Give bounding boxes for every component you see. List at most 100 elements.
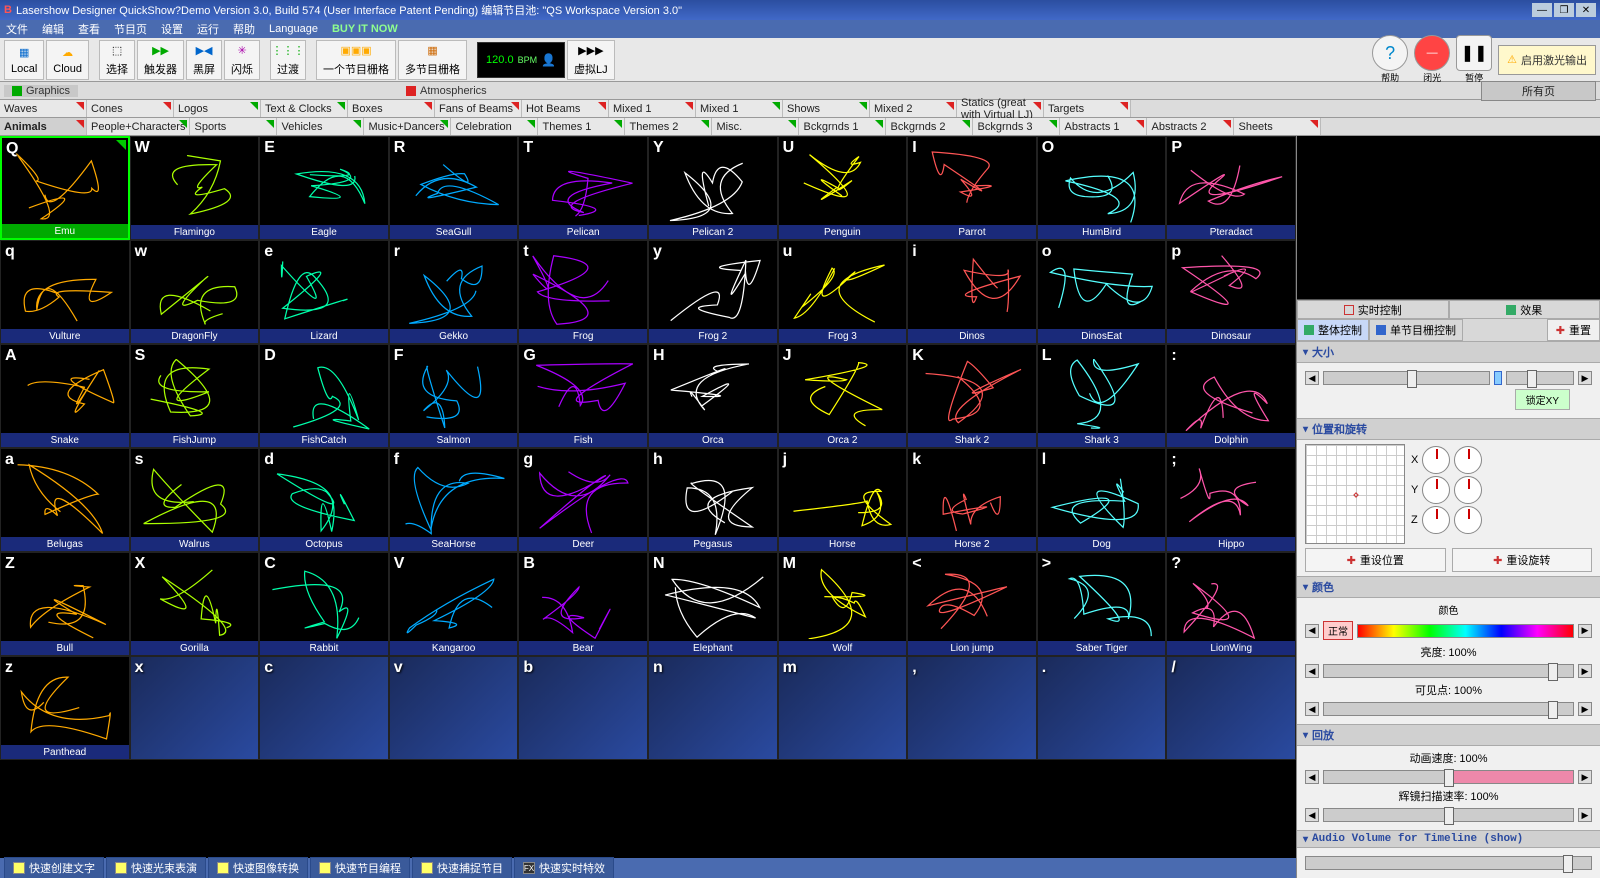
- maximize-button[interactable]: ❐: [1554, 3, 1574, 17]
- cue-cell[interactable]: dOctopus: [259, 448, 389, 552]
- cue-cell[interactable]: lDog: [1037, 448, 1167, 552]
- page-atmospherics[interactable]: Atmospherics: [398, 85, 495, 97]
- scan-prev[interactable]: ◀: [1305, 808, 1319, 822]
- category-tab[interactable]: Mixed 1: [609, 100, 696, 117]
- cue-cell[interactable]: b: [518, 656, 648, 760]
- dial-z1[interactable]: [1422, 506, 1450, 534]
- cue-cell[interactable]: ZBull: [0, 552, 130, 656]
- menu-edit[interactable]: 编辑: [42, 21, 64, 37]
- dial-x2[interactable]: [1454, 446, 1482, 474]
- quick-tool-tab[interactable]: 快速节目编程: [310, 857, 410, 878]
- reset-button[interactable]: ✚重置: [1547, 319, 1600, 341]
- size-prev[interactable]: ◀: [1305, 371, 1319, 385]
- cue-cell[interactable]: VKangaroo: [389, 552, 519, 656]
- virtual-lj-button[interactable]: ▶▶▶虚拟LJ: [567, 40, 615, 80]
- quick-tool-tab[interactable]: 快速创建文字: [4, 857, 104, 878]
- cue-cell[interactable]: BBear: [518, 552, 648, 656]
- size-slider-y[interactable]: [1506, 371, 1574, 385]
- scan-rate-slider[interactable]: [1323, 808, 1574, 822]
- cue-cell[interactable]: YPelican 2: [648, 136, 778, 240]
- subtab-cue[interactable]: 单节目栅控制: [1369, 319, 1463, 341]
- cue-cell[interactable]: ,: [907, 656, 1037, 760]
- cue-cell[interactable]: ASnake: [0, 344, 130, 448]
- category-tab[interactable]: Music+Dancers: [364, 118, 451, 135]
- vis-next[interactable]: ▶: [1578, 702, 1592, 716]
- category-tab[interactable]: Shows: [783, 100, 870, 117]
- category-tab[interactable]: Abstracts 2: [1147, 118, 1234, 135]
- dial-z2[interactable]: [1454, 506, 1482, 534]
- cue-cell[interactable]: EEagle: [259, 136, 389, 240]
- category-tab[interactable]: Cones: [87, 100, 174, 117]
- quick-tool-tab[interactable]: 快速图像转换: [208, 857, 308, 878]
- cue-cell[interactable]: /: [1166, 656, 1296, 760]
- cue-cell[interactable]: TPelican: [518, 136, 648, 240]
- cue-cell[interactable]: :Dolphin: [1166, 344, 1296, 448]
- bpm-display[interactable]: 120.0 BPM 👤: [477, 42, 565, 78]
- trigger-button[interactable]: ▶▶触发器: [137, 40, 184, 80]
- category-tab[interactable]: Vehicles: [277, 118, 364, 135]
- menu-language[interactable]: Language: [269, 23, 318, 35]
- tab-effects[interactable]: 效果: [1449, 300, 1600, 319]
- pause-button[interactable]: ❚❚: [1456, 35, 1492, 71]
- category-tab[interactable]: Celebration: [451, 118, 538, 135]
- reset-position-button[interactable]: ✚重设位置: [1305, 548, 1446, 572]
- filter-button[interactable]: ⋮⋮⋮过渡: [270, 40, 306, 80]
- menu-view[interactable]: 查看: [78, 21, 100, 37]
- anim-prev[interactable]: ◀: [1305, 770, 1319, 784]
- cue-cell[interactable]: m: [778, 656, 908, 760]
- visible-slider[interactable]: [1323, 702, 1574, 716]
- quick-tool-tab[interactable]: FX快速实时特效: [514, 857, 614, 878]
- category-tab[interactable]: Fans of Beams: [435, 100, 522, 117]
- cue-cell[interactable]: IParrot: [907, 136, 1037, 240]
- cue-cell[interactable]: >Saber Tiger: [1037, 552, 1167, 656]
- category-tab[interactable]: Sports: [190, 118, 277, 135]
- audio-slider[interactable]: [1305, 856, 1592, 870]
- menu-help[interactable]: 帮助: [233, 21, 255, 37]
- vis-prev[interactable]: ◀: [1305, 702, 1319, 716]
- cue-cell[interactable]: uFrog 3: [778, 240, 908, 344]
- category-tab[interactable]: Hot Beams: [522, 100, 609, 117]
- cue-cell[interactable]: RSeaGull: [389, 136, 519, 240]
- anim-speed-slider[interactable]: [1323, 770, 1574, 784]
- cue-cell[interactable]: n: [648, 656, 778, 760]
- color-prev[interactable]: ◀: [1305, 624, 1319, 638]
- cue-cell[interactable]: eLizard: [259, 240, 389, 344]
- cue-cell[interactable]: MWolf: [778, 552, 908, 656]
- menu-pages[interactable]: 节目页: [114, 21, 147, 37]
- cue-cell[interactable]: rGekko: [389, 240, 519, 344]
- category-tab[interactable]: Animals: [0, 118, 87, 135]
- cue-cell[interactable]: NElephant: [648, 552, 778, 656]
- cue-cell[interactable]: HOrca: [648, 344, 778, 448]
- cue-cell[interactable]: GFish: [518, 344, 648, 448]
- cue-cell[interactable]: UPenguin: [778, 136, 908, 240]
- page-graphics[interactable]: Graphics: [4, 85, 78, 97]
- help-button[interactable]: ?: [1372, 35, 1408, 71]
- cue-cell[interactable]: tFrog: [518, 240, 648, 344]
- tab-live-control[interactable]: 实时控制: [1297, 300, 1449, 319]
- category-tab[interactable]: Themes 1: [538, 118, 625, 135]
- cue-cell[interactable]: hPegasus: [648, 448, 778, 552]
- section-size-header[interactable]: ▾ 大小: [1297, 341, 1600, 363]
- cue-cell[interactable]: pDinosaur: [1166, 240, 1296, 344]
- section-playback-header[interactable]: ▾ 回放: [1297, 724, 1600, 746]
- lock-xy-button[interactable]: 锁定XY: [1515, 389, 1570, 410]
- quick-tool-tab[interactable]: 快速光束表演: [106, 857, 206, 878]
- cue-cell[interactable]: ?LionWing: [1166, 552, 1296, 656]
- menu-settings[interactable]: 设置: [161, 21, 183, 37]
- subtab-master[interactable]: 整体控制: [1297, 319, 1369, 341]
- cue-cell[interactable]: QEmu: [0, 136, 130, 240]
- cue-cell[interactable]: <Lion jump: [907, 552, 1037, 656]
- cue-cell[interactable]: FSalmon: [389, 344, 519, 448]
- section-position-header[interactable]: ▾ 位置和旋转: [1297, 418, 1600, 440]
- cue-cell[interactable]: XGorilla: [130, 552, 260, 656]
- category-tab[interactable]: Waves: [0, 100, 87, 117]
- category-tab[interactable]: Boxes: [348, 100, 435, 117]
- dial-y1[interactable]: [1422, 476, 1450, 504]
- cue-cell[interactable]: x: [130, 656, 260, 760]
- cue-cell[interactable]: v: [389, 656, 519, 760]
- enable-laser-output-button[interactable]: ⚠ 启用激光输出: [1498, 45, 1596, 75]
- category-tab[interactable]: Sheets: [1234, 118, 1321, 135]
- scan-next[interactable]: ▶: [1578, 808, 1592, 822]
- quick-tool-tab[interactable]: 快速捕捉节目: [412, 857, 512, 878]
- select-button[interactable]: ⬚选择: [99, 40, 135, 80]
